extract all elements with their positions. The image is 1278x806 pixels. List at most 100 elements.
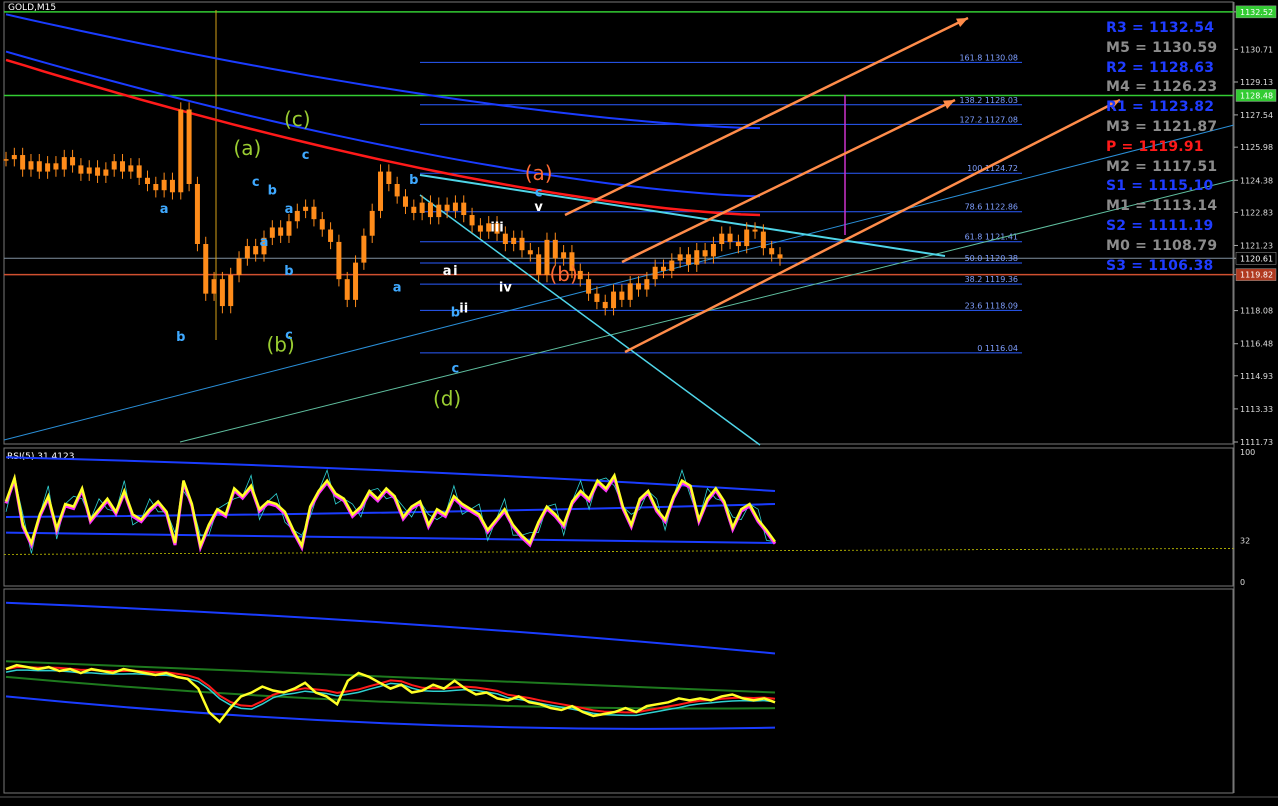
candle-body <box>378 171 384 211</box>
wave-label: a <box>160 202 169 217</box>
rsi-band-lower <box>5 531 776 544</box>
candle-body <box>611 291 617 309</box>
price-tick-label: 1124.38 <box>1240 176 1273 185</box>
osc-band-upper <box>5 601 776 655</box>
candle-body <box>294 210 300 222</box>
candle-body <box>677 254 683 261</box>
wave-label: (b) <box>549 262 577 286</box>
candle-body <box>61 157 67 170</box>
candle-body <box>452 202 458 211</box>
candle-body <box>144 177 150 184</box>
wave-label: c <box>535 185 543 200</box>
candle-body <box>120 161 126 172</box>
candle-body <box>577 270 583 280</box>
price-tick-label: 1129.13 <box>1240 78 1273 87</box>
price-tick-label: 1118.08 <box>1240 307 1273 316</box>
candle-body <box>619 291 625 300</box>
candle-body <box>244 246 250 259</box>
wave-label: c <box>285 328 293 343</box>
fib-label: 138.2 1128.03 <box>959 96 1018 105</box>
price-tick-label: 1113.33 <box>1240 405 1273 414</box>
fib-label: 127.2 1127.08 <box>959 115 1018 124</box>
candle-body <box>436 204 442 218</box>
wave-label: (a) <box>525 161 553 185</box>
pivot-level-label: S2 = 1111.19 <box>1106 218 1214 234</box>
candle-body <box>660 266 666 271</box>
wave-label: c <box>452 361 460 376</box>
candle-body <box>128 165 134 172</box>
price-tag-label: 1119.82 <box>1240 271 1273 280</box>
trading-chart[interactable]: 161.8 1130.08 138.2 1128.03 127.2 1127.08 1… <box>0 0 1278 806</box>
wave-label: b <box>284 264 293 279</box>
pivot-level-label: M3 = 1121.87 <box>1106 119 1218 135</box>
candle-body <box>36 161 42 172</box>
moving-average-blue <box>5 13 761 130</box>
pivot-level-label: S3 = 1106.38 <box>1106 257 1214 274</box>
pivot-level-label: M2 = 1117.51 <box>1106 158 1218 175</box>
candle-body <box>70 157 76 166</box>
wave-label: a <box>393 281 402 296</box>
candle-body <box>636 283 642 290</box>
candle-body <box>411 206 417 213</box>
candle-body <box>627 283 633 300</box>
candle-body <box>469 215 475 226</box>
candle-body <box>769 248 775 255</box>
pivot-level-label: M4 = 1126.23 <box>1106 79 1218 96</box>
price-tick-label: 1122.83 <box>1240 208 1273 217</box>
rsi-tick-label: 0 <box>1240 578 1245 587</box>
pivot-level-label: S1 = 1115.10 <box>1106 178 1214 195</box>
candle-body <box>386 171 392 184</box>
candle-body <box>328 229 334 242</box>
price-tick-label: 1114.93 <box>1240 372 1273 381</box>
candle-body <box>78 165 84 174</box>
candle-body <box>735 241 741 247</box>
candle-body <box>552 239 558 259</box>
candle-body <box>253 246 259 255</box>
candle-body <box>710 244 716 257</box>
pivot-level-label: M0 = 1108.79 <box>1106 237 1218 254</box>
candle-body <box>760 231 766 249</box>
rsi-tick-label: 100 <box>1240 448 1255 457</box>
candle-body <box>186 109 192 184</box>
candle-body <box>269 227 275 238</box>
candle-body <box>169 179 175 193</box>
wave-label: ii <box>459 301 468 316</box>
wave-label: c <box>302 148 310 163</box>
candle-body <box>194 184 200 244</box>
wave-label: (c) <box>284 107 311 131</box>
candle-body <box>336 241 342 280</box>
wave-label: a <box>260 235 269 250</box>
candle-body <box>444 204 450 211</box>
wave-label: c <box>252 175 260 190</box>
candle-body <box>727 233 733 242</box>
price-tick-label: 1130.71 <box>1240 45 1273 54</box>
channel-arrow <box>564 16 969 217</box>
fib-label: 23.6 1118.09 <box>965 301 1018 310</box>
price-tick-label: 1111.73 <box>1240 438 1273 447</box>
candle-body <box>394 184 400 197</box>
candle-body <box>561 252 567 259</box>
candle-body <box>95 167 101 176</box>
candle-body <box>361 235 367 263</box>
price-tick-label: 1116.48 <box>1240 340 1273 349</box>
candle-body <box>153 184 159 191</box>
candle-body <box>527 250 533 255</box>
rsi-panel-frame <box>3 447 1234 587</box>
fib-label: 38.2 1119.36 <box>965 275 1018 284</box>
price-tag-label: 1120.61 <box>1240 254 1273 263</box>
candle-body <box>111 161 117 170</box>
candle-body <box>211 279 217 294</box>
price-tick-label: 1127.54 <box>1240 111 1273 120</box>
candle-body <box>3 159 9 161</box>
candle-body <box>45 163 51 172</box>
channel-arrow <box>624 98 1121 354</box>
candle-body <box>719 233 725 244</box>
candle-body <box>427 202 433 218</box>
wave-label: b <box>176 330 185 345</box>
candle-body <box>652 266 658 280</box>
wave-label: b <box>409 173 418 188</box>
rsi-level-line <box>3 548 1235 555</box>
candle-body <box>669 260 675 271</box>
candle-body <box>319 219 325 230</box>
candle-body <box>11 155 17 160</box>
